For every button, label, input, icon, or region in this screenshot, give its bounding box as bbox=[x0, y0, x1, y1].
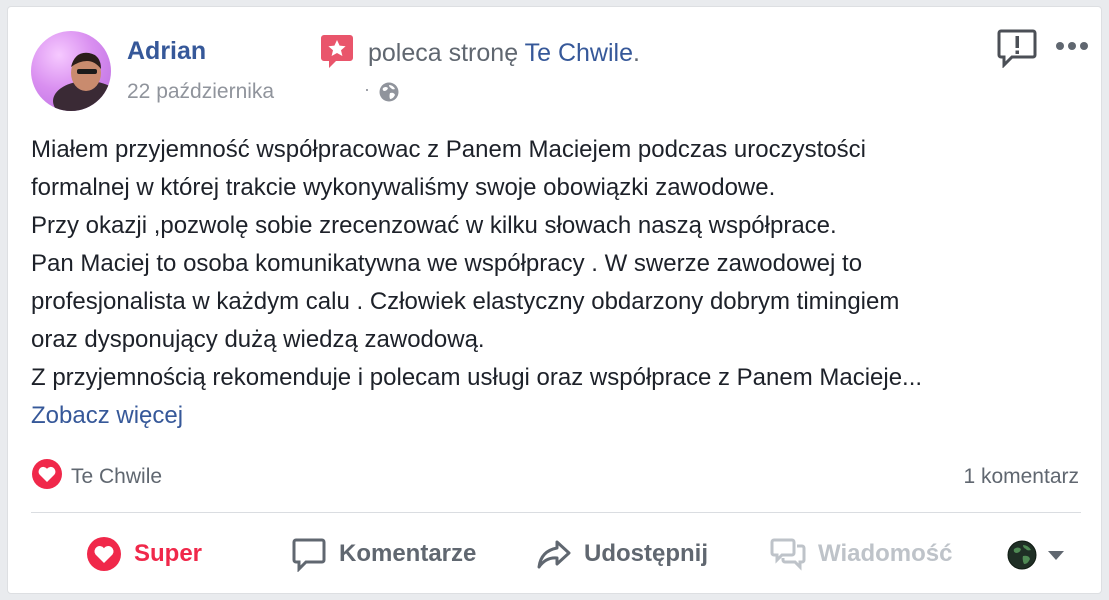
message-button[interactable]: Wiadomość bbox=[770, 534, 952, 574]
review-line: Miałem przyjemność współpracowac z Panem… bbox=[31, 136, 866, 163]
author-name[interactable]: Adrian bbox=[127, 37, 206, 66]
review-text: Miałem przyjemność współpracowac z Panem… bbox=[31, 131, 1091, 435]
super-label: Super bbox=[134, 540, 203, 567]
see-more-link[interactable]: Zobacz więcej bbox=[31, 397, 1091, 435]
review-line: profesjonalista w każdym calu . Człowiek… bbox=[31, 288, 900, 315]
share-label: Udostępnij bbox=[584, 540, 708, 567]
comments-count[interactable]: 1 komentarz bbox=[963, 465, 1079, 489]
review-line: oraz dysponujący dużą wiedzą zawodową. bbox=[31, 326, 485, 353]
recommend-icon bbox=[321, 35, 353, 68]
share-button[interactable]: Udostępnij bbox=[536, 534, 708, 574]
avatar[interactable] bbox=[31, 31, 111, 111]
post-date[interactable]: 22 października bbox=[127, 80, 274, 104]
sentence-end: . bbox=[632, 39, 640, 67]
page-link[interactable]: Te Chwile bbox=[525, 39, 633, 67]
globe-icon bbox=[1007, 540, 1037, 570]
share-icon bbox=[537, 540, 571, 569]
review-line: Przy okazji ,pozwolę sobie zrecenzować w… bbox=[31, 212, 837, 239]
recommend-action: poleca stronę bbox=[368, 39, 519, 67]
comment-button[interactable]: Komentarze bbox=[291, 534, 476, 574]
report-icon[interactable] bbox=[997, 28, 1037, 68]
audience-selector[interactable] bbox=[1007, 540, 1067, 570]
review-line: Z przyjemnością rekomenduje i polecam us… bbox=[31, 364, 923, 391]
love-icon bbox=[87, 537, 121, 571]
recommendation-text: poleca stronę Te Chwile. bbox=[368, 39, 640, 68]
heart-icon[interactable] bbox=[31, 458, 63, 490]
comment-icon bbox=[292, 538, 326, 572]
reaction-source[interactable]: Te Chwile bbox=[71, 465, 162, 489]
review-line: Pan Maciej to osoba komunikatywna we wsp… bbox=[31, 250, 863, 277]
divider bbox=[31, 512, 1081, 513]
review-line: formalnej w której trakcie wykonywaliśmy… bbox=[31, 174, 776, 201]
review-card: Adrian poleca stronę Te Chwile. 22 paźdz… bbox=[7, 6, 1102, 594]
message-label: Wiadomość bbox=[818, 540, 953, 567]
more-options-icon[interactable] bbox=[1054, 39, 1090, 53]
globe-icon bbox=[379, 82, 399, 102]
comment-label: Komentarze bbox=[339, 540, 477, 567]
chevron-down-icon bbox=[1048, 551, 1064, 560]
message-icon bbox=[770, 538, 806, 571]
super-button[interactable]: Super bbox=[86, 534, 202, 574]
separator-dot: · bbox=[364, 79, 370, 99]
